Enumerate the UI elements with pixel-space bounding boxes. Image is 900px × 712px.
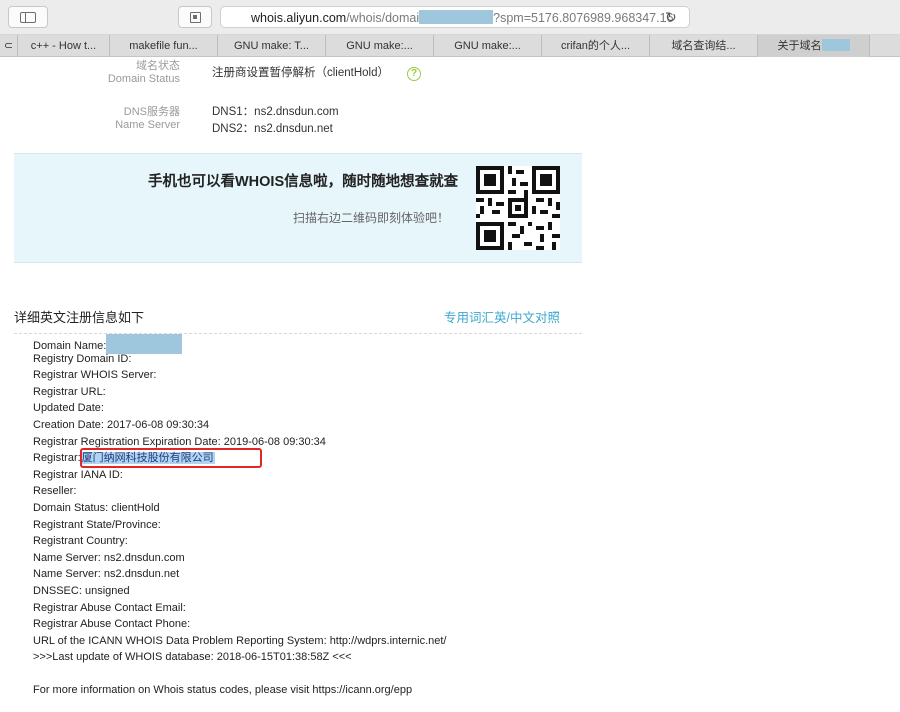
list-item: Domain Status: clientHold — [33, 501, 160, 514]
highlight-annotation-box — [80, 448, 262, 469]
list-item: Registrar Abuse Contact Phone: — [33, 618, 191, 631]
list-item: Registrar IANA ID: — [33, 468, 123, 481]
qr-code-icon — [476, 166, 560, 250]
reader-icon — [189, 11, 201, 23]
dns1-value: DNS1：ns2.dnsdun.com — [212, 106, 339, 118]
list-item: Domain Name: — [33, 334, 446, 354]
tab-item[interactable]: GNU make: T... — [218, 35, 326, 57]
tab-item[interactable]: GNU make:... — [434, 35, 542, 57]
reload-icon[interactable]: ↻ — [665, 9, 677, 26]
registrar-label: Registrar: — [33, 452, 81, 465]
list-item: For more information on Whois status cod… — [33, 684, 413, 697]
list-item: Registrant Country: — [33, 535, 128, 548]
domain-status-label: 域名状态 Domain Status — [80, 60, 180, 86]
dns-label: DNS服务器 Name Server — [80, 106, 180, 132]
registrar-line: Registrar:厦门纳网科技股份有限公司 — [33, 448, 446, 469]
list-item: Registrar WHOIS Server: — [33, 369, 157, 382]
help-icon[interactable]: ? — [407, 67, 421, 81]
tab-spacer — [870, 35, 900, 57]
mobile-promo-banner: 手机也可以看WHOIS信息啦，随时随地想查就查 扫描右边二维码即刻体验吧！ — [14, 153, 582, 263]
details-section-header: 详细英文注册信息如下 专用词汇英/中文对照 — [14, 304, 582, 334]
tab-label: 关于域名 — [777, 40, 822, 52]
list-item: DNSSEC: unsigned — [33, 584, 130, 597]
url-path-end: ?spm=5176.8076989.968347.16 — [493, 11, 674, 25]
list-item: Creation Date: 2017-06-08 09:30:34 — [33, 418, 210, 431]
list-item: Updated Date: — [33, 402, 104, 415]
dns-label-en: Name Server — [115, 119, 180, 131]
list-item: >>>Last update of WHOIS database: 2018-0… — [33, 651, 352, 664]
dns2-value: DNS2：ns2.dnsdun.net — [212, 123, 333, 135]
sidebar-toggle-button[interactable] — [8, 6, 48, 28]
dns-label-cn: DNS服务器 — [123, 106, 180, 118]
list-item: Name Server: ns2.dnsdun.com — [33, 551, 185, 564]
address-bar[interactable]: whois.aliyun.com/whois/domai ?spm=5176.80… — [220, 6, 690, 28]
details-title: 详细英文注册信息如下 — [14, 310, 145, 325]
domain-status-value-row: 注册商设置暂停解析（clientHold）? — [212, 66, 421, 81]
domain-status-label-cn: 域名状态 — [136, 60, 180, 72]
whois-raw-record: Domain Name: Registry Domain ID: Registr… — [33, 334, 446, 699]
tab-overflow[interactable]: ⊂ — [0, 35, 18, 57]
tab-item-active[interactable]: 关于域名 — [758, 35, 870, 57]
list-item: URL of the ICANN WHOIS Data Problem Repo… — [33, 634, 447, 647]
list-item: Name Server: ns2.dnsdun.net — [33, 568, 180, 581]
list-item: Registry Domain ID: — [33, 352, 132, 365]
url-host: whois.aliyun.com — [251, 11, 347, 25]
list-item: Registrar Abuse Contact Email: — [33, 601, 186, 614]
list-item: Registrant State/Province: — [33, 518, 161, 531]
domain-status-value: 注册商设置暂停解析（clientHold） — [212, 67, 389, 79]
banner-title: 手机也可以看WHOIS信息啦，随时随地想查就查 — [148, 174, 459, 190]
glossary-link[interactable]: 专用词汇英/中文对照 — [444, 307, 560, 326]
reader-view-button[interactable] — [178, 6, 212, 28]
sidebar-icon — [20, 11, 36, 23]
tab-item[interactable]: GNU make:... — [326, 35, 434, 57]
tab-item[interactable]: 域名查询结... — [650, 35, 758, 57]
list-item: Registrar URL: — [33, 385, 106, 398]
browser-toolbar: whois.aliyun.com/whois/domai ?spm=5176.80… — [0, 0, 900, 35]
banner-subtitle: 扫描右边二维码即刻体验吧！ — [293, 211, 450, 225]
url-text: whois.aliyun.com/whois/domai ?spm=5176.80… — [251, 10, 674, 25]
redacted-tab-text — [821, 39, 850, 51]
domain-status-label-en: Domain Status — [107, 73, 180, 85]
list-item: Reseller: — [33, 485, 77, 498]
tab-bar: ⊂ c++ - How t... makefile fun... GNU mak… — [0, 35, 900, 57]
tab-item[interactable]: makefile fun... — [110, 35, 218, 57]
redacted-domain — [419, 10, 494, 24]
url-path-start: /whois/domai — [346, 11, 420, 25]
tab-item[interactable]: c++ - How t... — [18, 35, 110, 57]
tab-item[interactable]: crifan的个人... — [542, 35, 650, 57]
